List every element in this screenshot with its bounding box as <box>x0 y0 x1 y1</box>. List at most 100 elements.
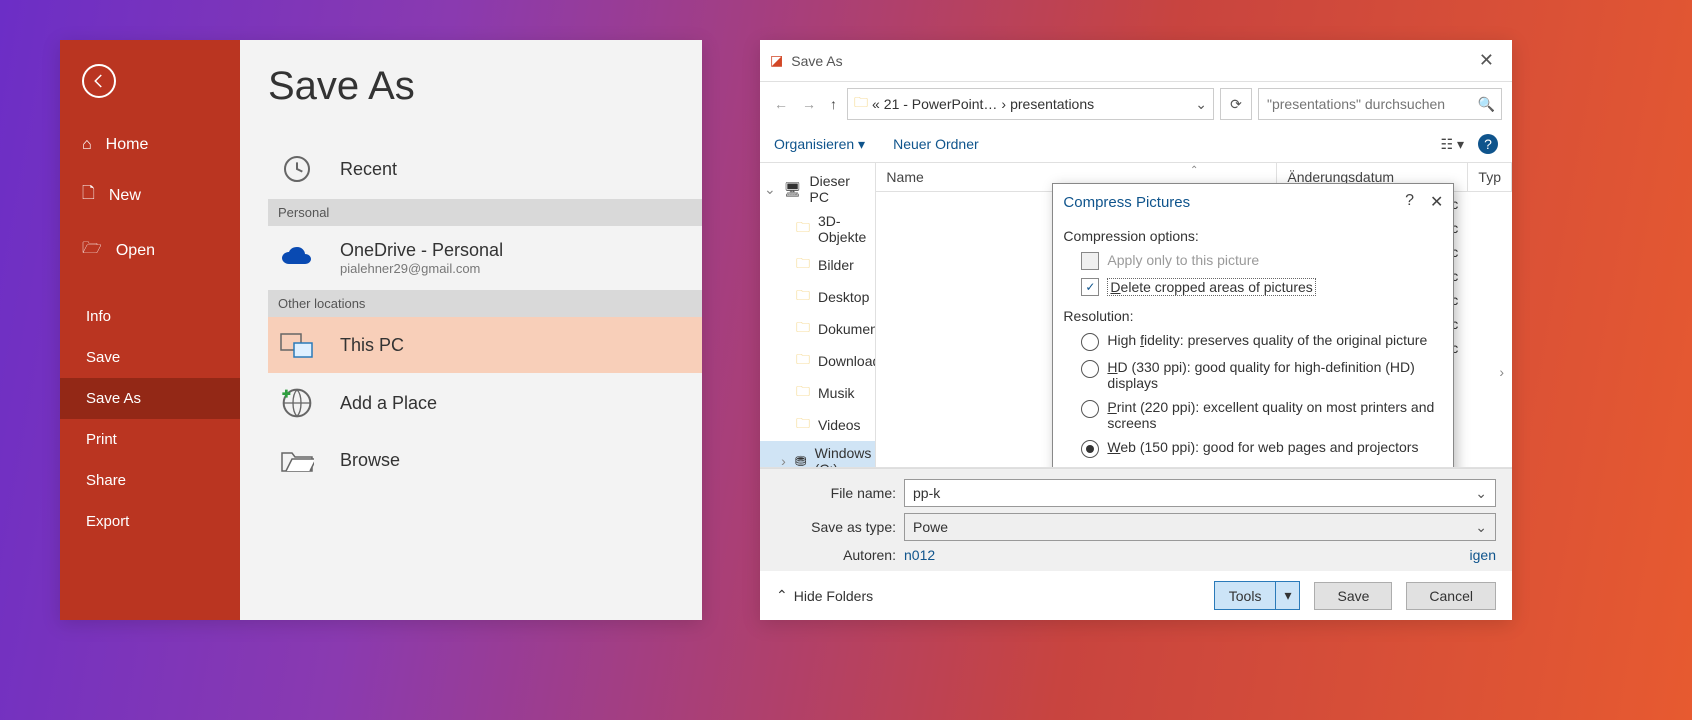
nav-up-icon[interactable]: ↑ <box>826 94 841 114</box>
breadcrumb-b[interactable]: presentations <box>1010 96 1094 112</box>
folder-icon: 🗀 <box>796 413 810 437</box>
search-box[interactable]: 🔍 <box>1258 88 1502 120</box>
save-type-value: Powe <box>913 519 948 535</box>
new-folder-button[interactable]: Neuer Ordner <box>893 136 979 152</box>
chevron-right-icon[interactable]: › <box>780 453 787 467</box>
folder-icon: 🗀 <box>796 381 810 405</box>
folder-tree: ⌄🖥Dieser PC 🗀3D-Objekte 🗀Bilder 🗀Desktop… <box>760 163 876 467</box>
location-addplace[interactable]: Add a Place <box>268 373 702 433</box>
tree-videos[interactable]: 🗀Videos <box>760 409 875 441</box>
tree-3d-label: 3D-Objekte <box>818 213 871 245</box>
cancel-button[interactable]: Cancel <box>1406 582 1496 610</box>
dialog-help-icon[interactable]: ? <box>1405 192 1414 212</box>
group-personal: Personal <box>268 199 702 226</box>
sidebar-label-print: Print <box>86 431 117 448</box>
search-icon[interactable]: 🔍 <box>1478 96 1495 113</box>
nav-fwd-icon[interactable]: → <box>798 94 820 114</box>
sidebar-item-share[interactable]: Share <box>60 460 240 501</box>
chevron-down-icon[interactable]: ⌄ <box>764 181 776 198</box>
help-icon[interactable]: ? <box>1478 134 1498 154</box>
dialog-close-icon[interactable]: ✕ <box>1430 192 1443 212</box>
radio-email[interactable]: E-mail (96 ppi): minimize document size … <box>1053 462 1453 468</box>
chevron-down-icon[interactable]: ⌄ <box>1475 485 1487 502</box>
sidebar-item-home[interactable]: ⌂Home <box>60 122 240 168</box>
column-type[interactable]: Typ <box>1468 163 1512 191</box>
radio-web[interactable]: Web (150 ppi): good for web pages and pr… <box>1053 435 1453 462</box>
radio-print[interactable]: Print (220 ppi): excellent quality on mo… <box>1053 395 1453 435</box>
sidebar-item-saveas[interactable]: Save As <box>60 378 240 419</box>
location-onedrive[interactable]: OneDrive - Personalpialehner29@gmail.com <box>268 226 702 290</box>
saveas-navbar: ← → ↑ 🗀 « 21 - PowerPoint… › presentatio… <box>760 82 1512 126</box>
sidebar-label-share: Share <box>86 472 126 489</box>
location-browse[interactable]: Browse <box>268 433 702 487</box>
tree-pictures[interactable]: 🗀Bilder <box>760 249 875 281</box>
checkbox-delete-cropped[interactable]: ✓ Delete cropped areas of pictures <box>1053 274 1453 300</box>
sidebar-item-open[interactable]: 🗁Open <box>60 223 240 278</box>
save-button[interactable]: Save <box>1314 582 1392 610</box>
tree-music[interactable]: 🗀 Musik <box>760 377 875 409</box>
onedrive-icon <box>276 246 318 270</box>
group-other-locations: Other locations <box>268 290 702 317</box>
authors-value[interactable]: n012 <box>904 547 935 563</box>
saveas-titlebar: ◪ Save As ✕ <box>760 40 1512 82</box>
tree-cdrive[interactable]: ›⛃Windows (C:) <box>760 441 875 467</box>
sidebar-item-export[interactable]: Export <box>60 501 240 542</box>
chevron-up-icon[interactable]: ⌃ <box>1190 165 1198 176</box>
tree-desktop[interactable]: 🗀 Desktop <box>760 281 875 313</box>
sidebar-label-info: Info <box>86 308 111 325</box>
refresh-button[interactable]: ⟳ <box>1220 88 1252 120</box>
location-onedrive-label: OneDrive - Personal <box>340 240 503 261</box>
chevron-down-icon[interactable]: ⌄ <box>1475 519 1487 536</box>
checkbox-delete-label: elete cropped areas of pictures <box>1121 279 1313 295</box>
tools-label: Tools <box>1215 583 1276 609</box>
location-thispc[interactable]: This PC <box>268 317 702 373</box>
authors-label: Autoren: <box>776 547 896 563</box>
browse-icon <box>276 447 318 473</box>
tree-thispc[interactable]: ⌄🖥Dieser PC <box>760 169 875 209</box>
folder-icon: 🗀 <box>854 92 868 116</box>
file-list: ⌃ Name Änderungsdatum Typ 3.07.2019 11:2… <box>876 163 1512 467</box>
organize-menu[interactable]: Organisieren ▾ <box>774 136 865 153</box>
sidebar-label-open: Open <box>116 242 155 260</box>
breadcrumb-a[interactable]: 21 - PowerPoint… <box>884 96 998 112</box>
sidebar-item-info[interactable]: Info <box>60 296 240 337</box>
folder-icon: 🗀 <box>796 317 810 341</box>
tree-documents[interactable]: 🗀Dokumente <box>760 313 875 345</box>
file-name-field[interactable]: pp-k ⌄ <box>904 479 1496 507</box>
folder-icon: 🗀 <box>796 285 810 309</box>
location-thispc-label: This PC <box>340 335 404 356</box>
file-name-value: pp-k <box>913 485 940 501</box>
radio-high-fidelity[interactable]: High fidelity: preserves quality of the … <box>1053 328 1453 355</box>
tree-desktop-label: Desktop <box>818 289 869 305</box>
sidebar-item-new[interactable]: 🗋New <box>60 168 240 223</box>
checkbox-icon: ✓ <box>1081 278 1099 296</box>
authors-add[interactable]: igen <box>1470 547 1496 563</box>
location-recent[interactable]: Recent <box>268 139 702 199</box>
tree-downloads[interactable]: 🗀Downloads <box>760 345 875 377</box>
radio-icon <box>1081 400 1099 418</box>
tree-3d[interactable]: 🗀3D-Objekte <box>760 209 875 249</box>
recent-icon <box>276 153 318 185</box>
tree-music-label: Musik <box>818 385 855 401</box>
chevron-down-icon: ▾ <box>1275 582 1299 609</box>
radio-hd[interactable]: HD (330 ppi): good quality for high-defi… <box>1053 355 1453 395</box>
saveas-button-bar: ⌃Hide Folders Tools▾ Save Cancel <box>760 571 1512 620</box>
folder-icon: 🗀 <box>796 253 810 277</box>
breadcrumb[interactable]: 🗀 « 21 - PowerPoint… › presentations ⌄ <box>847 88 1214 120</box>
saveas-footer: File name: pp-k⌄ Save as type: Powe⌄ Aut… <box>760 468 1512 571</box>
sidebar-item-save[interactable]: Save <box>60 337 240 378</box>
saveas-close-icon[interactable]: ✕ <box>1471 48 1502 73</box>
location-recent-label: Recent <box>340 159 397 180</box>
search-input[interactable] <box>1265 95 1478 113</box>
resolution-group: Resolution: <box>1053 300 1453 328</box>
compress-title: Compress Pictures <box>1063 194 1190 211</box>
view-mode-button[interactable]: ☷ ▾ <box>1441 136 1464 153</box>
save-type-field[interactable]: Powe ⌄ <box>904 513 1496 541</box>
hide-folders-button[interactable]: ⌃Hide Folders <box>776 587 873 604</box>
back-button[interactable] <box>60 40 240 122</box>
nav-back-icon[interactable]: ← <box>770 94 792 114</box>
checkbox-apply-only: ✓ Apply only to this picture <box>1053 248 1453 274</box>
tools-dropdown[interactable]: Tools▾ <box>1214 581 1301 610</box>
sidebar-item-print[interactable]: Print <box>60 419 240 460</box>
chevron-down-icon[interactable]: ⌄ <box>1195 96 1207 113</box>
